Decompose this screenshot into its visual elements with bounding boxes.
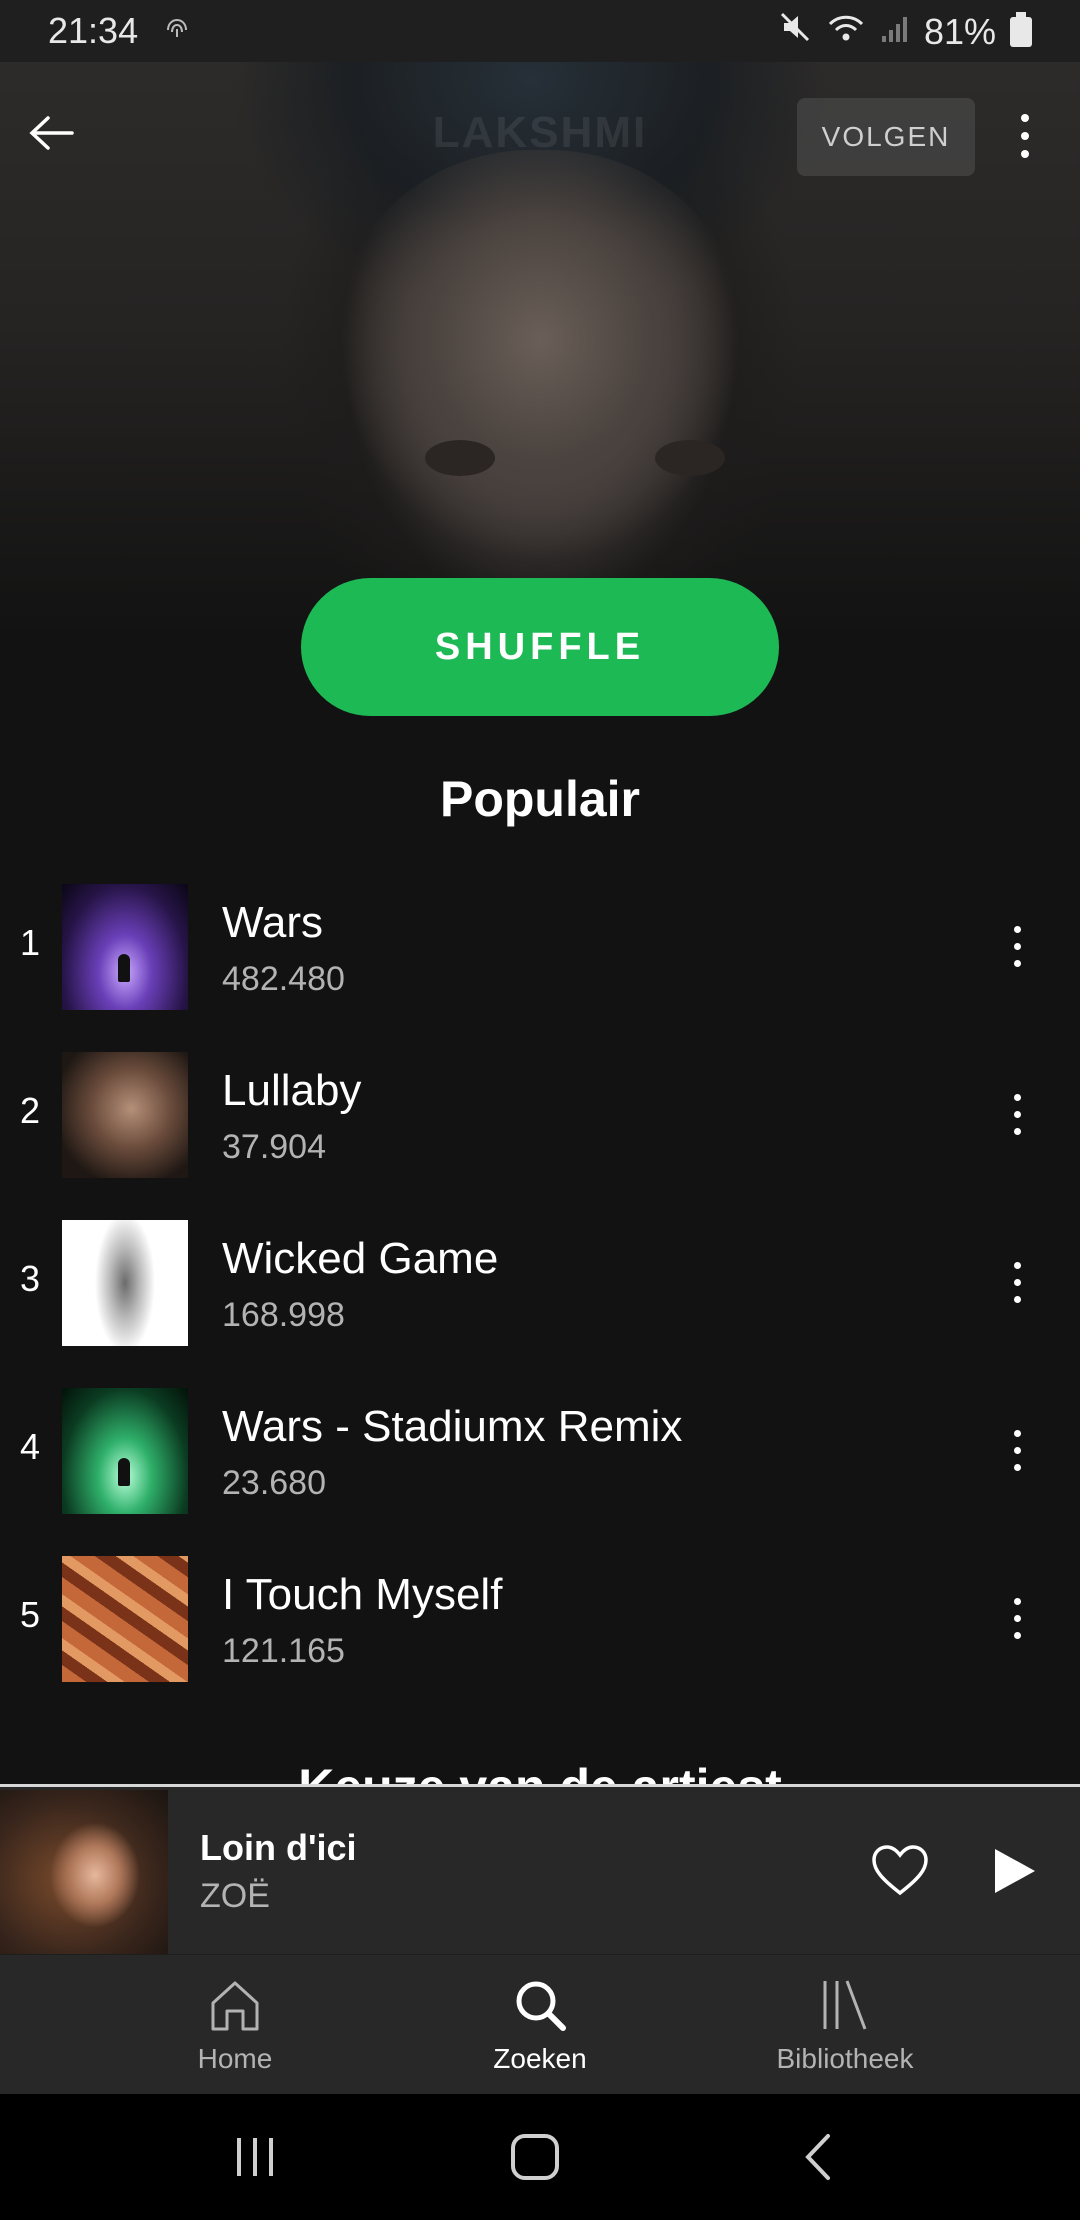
track-cover-art xyxy=(62,884,188,1010)
artist-photo-face xyxy=(330,150,750,570)
more-options-button[interactable] xyxy=(1010,104,1040,168)
more-vertical-icon xyxy=(1000,1250,1034,1314)
play-icon xyxy=(995,1849,1035,1893)
nav-search-label: Zoeken xyxy=(493,2043,587,2074)
nav-library[interactable]: Bibliotheek xyxy=(725,1977,965,2075)
home-system-button[interactable] xyxy=(505,2132,565,2182)
nav-search[interactable]: Zoeken xyxy=(420,1977,660,2075)
nav-library-label: Bibliotheek xyxy=(776,2043,914,2074)
track-play-count: 168.998 xyxy=(222,1296,345,1334)
track-cover-art xyxy=(62,1052,188,1178)
home-square-icon xyxy=(511,2134,559,2180)
now-playing-bar[interactable]: Loin d'ici ZOË xyxy=(0,1784,1080,1957)
track-more-button[interactable] xyxy=(1000,1250,1034,1314)
status-bar: 21:34 81% xyxy=(0,0,1080,62)
track-play-count: 121.165 xyxy=(222,1632,345,1670)
track-row[interactable]: 4 Wars - Stadiumx Remix 23.680 xyxy=(0,1384,1080,1552)
more-vertical-icon xyxy=(1000,1418,1034,1482)
chevron-left-icon xyxy=(805,2134,830,2180)
track-cover-art xyxy=(62,1220,188,1346)
system-navigation-bar xyxy=(0,2094,1080,2220)
track-rank: 4 xyxy=(20,1426,41,1467)
bottom-navigation: Home Zoeken Bibliotheek xyxy=(0,1954,1080,2095)
track-title: I Touch Myself xyxy=(222,1570,503,1619)
nav-home[interactable]: Home xyxy=(115,1977,355,2075)
track-cover-art xyxy=(62,1556,188,1682)
wifi-icon xyxy=(826,11,866,53)
more-vertical-icon xyxy=(1000,1586,1034,1650)
track-more-button[interactable] xyxy=(1000,1586,1034,1650)
track-rank: 5 xyxy=(20,1594,41,1635)
now-playing-artist: ZOË xyxy=(200,1877,270,1915)
more-vertical-icon xyxy=(1000,914,1034,978)
track-row[interactable]: 3 Wicked Game 168.998 xyxy=(0,1216,1080,1384)
track-row[interactable]: 5 I Touch Myself 121.165 xyxy=(0,1552,1080,1720)
track-rank: 2 xyxy=(20,1090,41,1131)
track-rank: 1 xyxy=(20,922,41,963)
home-icon xyxy=(211,1981,259,2031)
more-vertical-icon xyxy=(1000,1082,1034,1146)
nav-home-label: Home xyxy=(197,2043,273,2074)
fingerprint-icon xyxy=(162,12,192,50)
play-button[interactable] xyxy=(985,1843,1041,1899)
track-play-count: 482.480 xyxy=(222,960,345,998)
track-title: Wicked Game xyxy=(222,1234,499,1283)
signal-icon xyxy=(880,11,910,53)
popular-track-list: 1 Wars 482.480 2 Lullaby 37.904 3 Wicked… xyxy=(0,880,1080,1720)
search-icon xyxy=(516,1981,566,2031)
section-title-popular: Populair xyxy=(439,771,641,827)
artist-photo-eye xyxy=(425,440,495,476)
track-title: Wars - Stadiumx Remix xyxy=(222,1402,683,1451)
track-more-button[interactable] xyxy=(1000,914,1034,978)
track-title: Wars xyxy=(222,898,324,947)
section-title-artist-pick: Keuze van de artiest xyxy=(0,1752,1080,1786)
track-rank: 3 xyxy=(20,1258,41,1299)
recent-apps-button[interactable] xyxy=(225,2132,285,2182)
track-more-button[interactable] xyxy=(1000,1082,1034,1146)
battery-icon xyxy=(1010,11,1032,47)
mute-icon xyxy=(778,10,812,53)
more-vertical-icon xyxy=(1010,104,1040,168)
like-button[interactable] xyxy=(870,1843,930,1899)
now-playing-title: Loin d'ici xyxy=(200,1827,357,1868)
now-playing-cover-art xyxy=(0,1790,168,1957)
follow-button[interactable]: VOLGEN xyxy=(797,98,975,176)
track-title: Lullaby xyxy=(222,1066,362,1115)
track-play-count: 23.680 xyxy=(222,1464,326,1502)
artist-photo-eye xyxy=(655,440,725,476)
track-row[interactable]: 1 Wars 482.480 xyxy=(0,880,1080,1048)
track-more-button[interactable] xyxy=(1000,1418,1034,1482)
status-time: 21:34 xyxy=(48,10,139,51)
library-icon xyxy=(823,1980,867,2030)
artist-header-image xyxy=(0,0,1080,640)
track-cover-art xyxy=(62,1388,188,1514)
recent-apps-icon xyxy=(237,2138,273,2176)
heart-icon xyxy=(872,1845,928,1896)
back-system-button[interactable] xyxy=(790,2132,850,2182)
battery-percent: 81% xyxy=(923,10,996,52)
shuffle-play-button[interactable]: SHUFFLE xyxy=(301,578,779,716)
track-play-count: 37.904 xyxy=(222,1128,326,1166)
track-row[interactable]: 2 Lullaby 37.904 xyxy=(0,1048,1080,1216)
